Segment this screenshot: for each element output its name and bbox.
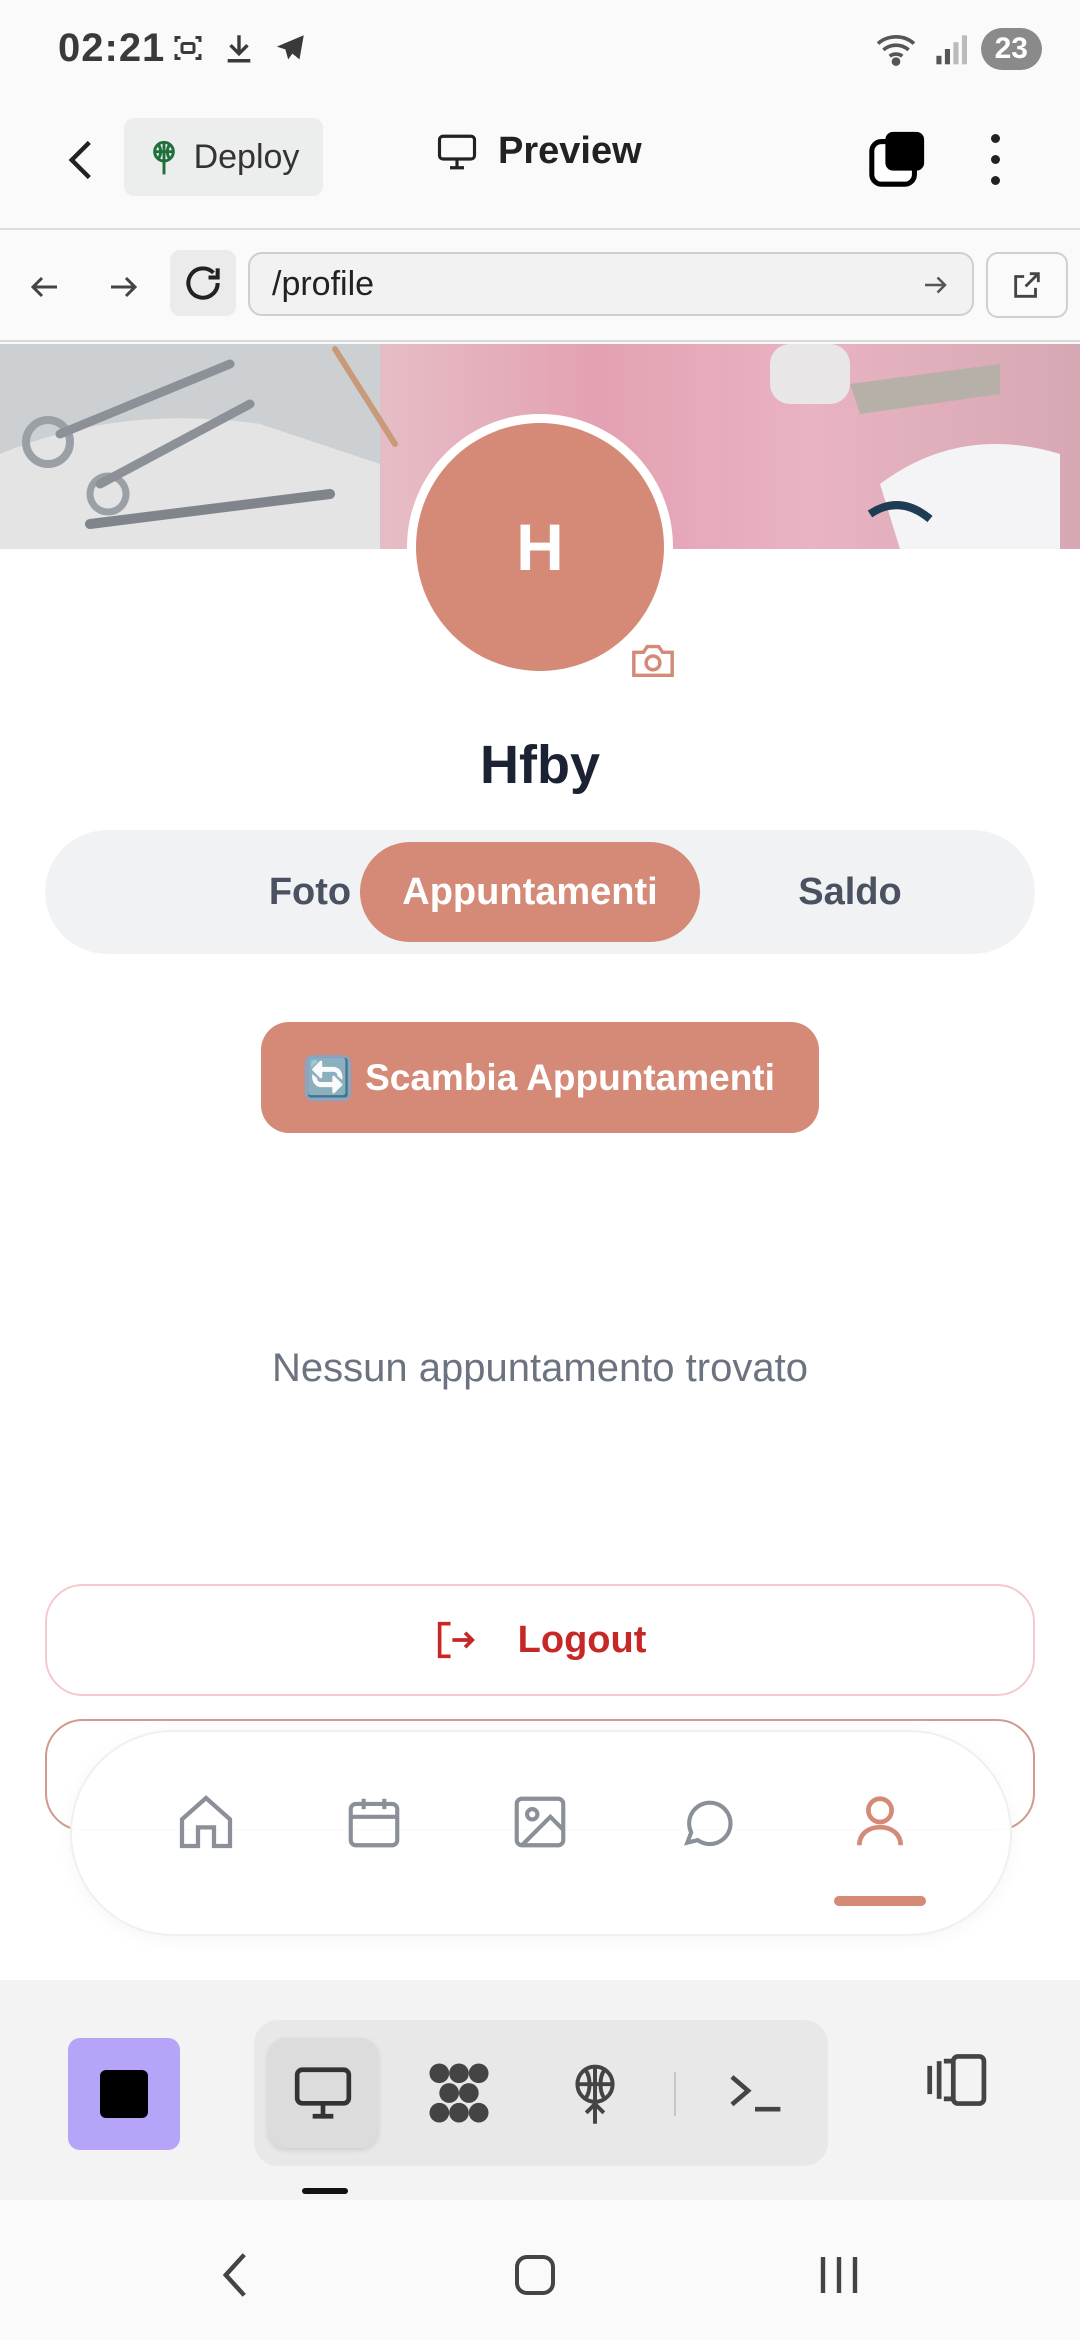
system-recents-button[interactable] (804, 2240, 874, 2310)
ide-toolbar (0, 1980, 1080, 2200)
status-bar: 02:21 23 (0, 0, 1080, 100)
deploy-icon (575, 2064, 615, 2124)
app-header: Deploy Preview (0, 100, 1080, 230)
change-photo-button[interactable] (630, 640, 676, 680)
home-square-icon (515, 2255, 555, 2295)
ide-shell-tab[interactable] (700, 2038, 810, 2148)
nav-gallery[interactable] (500, 1782, 580, 1862)
swap-appointments-label: Scambia Appuntamenti (365, 1056, 775, 1098)
status-time: 02:21 (58, 26, 166, 70)
preview-title-text: Preview (498, 130, 642, 172)
logout-label: Logout (517, 1618, 647, 1661)
chevron-left-icon (68, 140, 91, 180)
telegram-icon (276, 35, 304, 60)
image-icon (514, 1796, 566, 1848)
arrow-left-icon (30, 276, 57, 298)
reload-icon (186, 266, 220, 300)
more-dot-icon (990, 133, 1000, 143)
more-dot-icon (990, 154, 1000, 164)
reload-button[interactable] (170, 250, 236, 316)
swap-appointments-button[interactable]: 🔄 Scambia Appuntamenti (261, 1022, 819, 1133)
camera-icon (632, 644, 674, 678)
arrow-right-icon (111, 276, 138, 298)
ide-deploy-tab[interactable] (540, 2038, 650, 2148)
external-link-icon (1014, 272, 1040, 298)
deploy-label: Deploy (193, 137, 300, 176)
nav-home[interactable] (166, 1782, 246, 1862)
swap-emoji-icon: 🔄 (305, 1054, 352, 1101)
toolbar-divider (674, 2072, 676, 2116)
tabs-button[interactable] (866, 128, 928, 190)
more-dot-icon (990, 175, 1000, 185)
deploy-icon (152, 140, 175, 175)
go-arrow-icon[interactable] (920, 270, 950, 300)
signal-icon (936, 35, 967, 65)
status-icons-right: 23 (873, 28, 1042, 70)
wifi-icon (876, 35, 915, 66)
logout-icon (437, 1621, 475, 1659)
more-options-button[interactable] (975, 124, 1015, 194)
terminal-icon (730, 2075, 781, 2112)
stop-icon (100, 2070, 148, 2118)
system-back-button[interactable] (200, 2240, 270, 2310)
url-bar: /profile (0, 230, 1080, 342)
empty-appointments-message: Nessun appuntamento trovato (272, 1346, 808, 1390)
avatar-initial: H (416, 423, 664, 671)
home-icon (179, 1795, 233, 1849)
browser-forward-button[interactable] (96, 260, 150, 314)
status-icons-left (170, 30, 310, 66)
screenshot-icon (174, 36, 202, 60)
system-home-button[interactable] (500, 2240, 570, 2310)
monitor-icon (437, 134, 477, 169)
logout-button[interactable]: Logout (45, 1584, 1035, 1696)
nav-profile[interactable] (840, 1782, 920, 1862)
chat-icon (684, 1800, 733, 1847)
web-content: H Hfby Foto Appuntamenti Saldo 🔄 Scambia… (0, 344, 1080, 1980)
tab-saldo[interactable]: Saldo (735, 842, 965, 942)
url-text: /profile (272, 264, 375, 303)
calendar-icon (348, 1798, 400, 1848)
tab-appuntamenti[interactable]: Appuntamenti (360, 842, 700, 942)
recents-icon (820, 2257, 858, 2293)
agent-icon (429, 2063, 489, 2123)
chevron-left-icon (222, 2253, 246, 2297)
ide-preview-tab[interactable] (268, 2038, 378, 2148)
nav-chat[interactable] (668, 1782, 748, 1862)
tabs-icon (869, 131, 925, 187)
url-input[interactable]: /profile (248, 252, 974, 316)
browser-back-button[interactable] (18, 260, 72, 314)
monitor-icon (294, 2067, 352, 2119)
profile-tabs: Foto Appuntamenti Saldo (45, 830, 1035, 954)
deploy-button[interactable]: Deploy (124, 118, 323, 196)
ide-view-switcher (254, 2020, 828, 2166)
nav-calendar[interactable] (334, 1782, 414, 1862)
bottom-navigation (70, 1730, 1012, 1936)
battery-badge: 23 (980, 28, 1042, 70)
ide-agent-tab[interactable] (404, 2038, 514, 2148)
split-view-icon (927, 2054, 987, 2106)
stop-button[interactable] (68, 2038, 180, 2150)
preview-title: Preview (436, 130, 642, 173)
system-navigation-bar (0, 2200, 1080, 2340)
nav-active-indicator (834, 1896, 926, 1906)
open-external-button[interactable] (986, 252, 1068, 318)
active-view-indicator (302, 2188, 348, 2194)
user-icon (857, 1796, 903, 1846)
download-icon (227, 35, 251, 63)
back-button[interactable] (52, 130, 112, 190)
split-view-button[interactable] (918, 2040, 998, 2120)
profile-username: Hfby (480, 735, 600, 795)
